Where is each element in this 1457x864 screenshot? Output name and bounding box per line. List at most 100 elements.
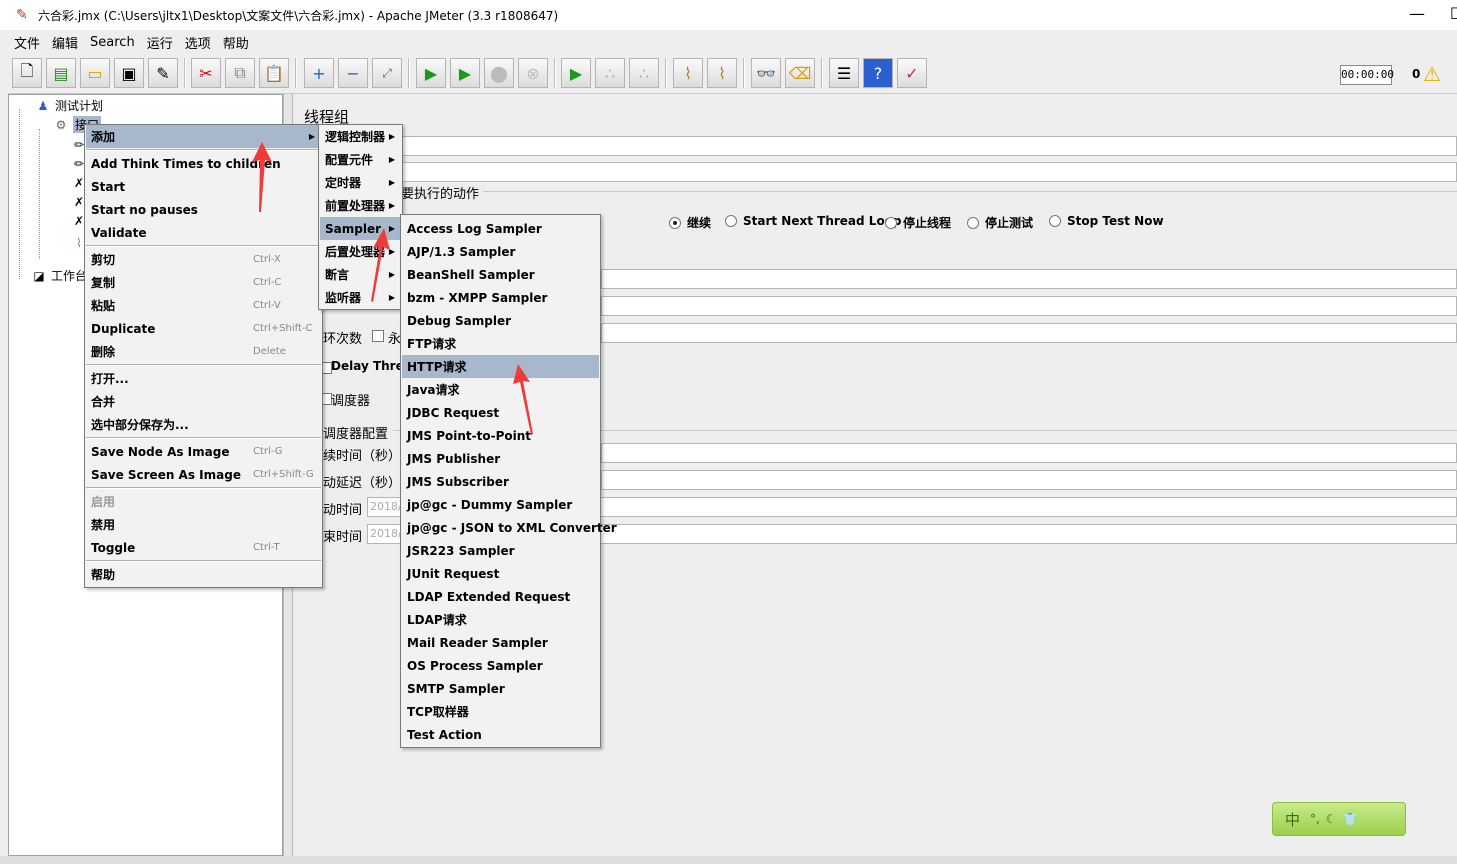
menu-item-add-think-times[interactable]: Add Think Times to children xyxy=(86,152,321,175)
ramp-up-field[interactable] xyxy=(601,296,1457,316)
menu-file[interactable]: 文件 xyxy=(8,33,46,52)
sampler-item[interactable]: jp@gc - JSON to XML Converter xyxy=(402,516,617,539)
context-menu: 添加 ▶ Add Think Times to children Start St… xyxy=(84,124,323,588)
help-icon[interactable]: ? xyxy=(863,58,893,88)
sampler-item[interactable]: BeanShell Sampler xyxy=(402,263,599,286)
sampler-item[interactable]: Debug Sampler xyxy=(402,309,599,332)
templates-icon[interactable]: ▤ xyxy=(46,58,76,88)
sampler-item[interactable]: TCP取样器 xyxy=(402,700,599,723)
duration-field[interactable] xyxy=(601,443,1457,463)
menu-item-add[interactable]: 添加 ▶ xyxy=(86,125,321,148)
search-icon[interactable]: 👓 xyxy=(751,58,781,88)
log-viewer-icon[interactable]: ✓ xyxy=(897,58,927,88)
sampler-item[interactable]: AJP/1.3 Sampler xyxy=(402,240,599,263)
sampler-item[interactable]: LDAP请求 xyxy=(402,608,599,631)
save-as-icon[interactable]: ✎ xyxy=(148,58,178,88)
menu-item-paste[interactable]: 粘贴 Ctrl-V xyxy=(86,294,321,317)
menu-run[interactable]: 运行 xyxy=(141,33,179,52)
tree-node-test-plan[interactable]: ♟ 测试计划 xyxy=(35,97,103,114)
remote-start-icon[interactable]: ▶ xyxy=(561,58,591,88)
menu-item-copy[interactable]: 复制 Ctrl-C xyxy=(86,271,321,294)
menu-help[interactable]: 帮助 xyxy=(217,33,255,52)
stop-icon[interactable]: ⬤ xyxy=(484,58,514,88)
cut-icon[interactable]: ✂ xyxy=(191,58,221,88)
save-icon[interactable]: ▣ xyxy=(114,58,144,88)
test-plan-icon: ♟ xyxy=(37,98,49,113)
toggle-icon[interactable]: ⤢ xyxy=(372,58,402,88)
expand-icon[interactable]: + xyxy=(304,58,334,88)
sampler-item[interactable]: JMS Publisher xyxy=(402,447,599,470)
open-icon[interactable]: ▭ xyxy=(80,58,110,88)
tree-node-workbench[interactable]: ◪ 工作台 xyxy=(31,267,87,284)
radio-continue[interactable]: 继续 xyxy=(669,214,711,231)
menu-item-open[interactable]: 打开... xyxy=(86,367,321,390)
sampler-item[interactable]: JSR223 Sampler xyxy=(402,539,599,562)
sampler-item[interactable]: bzm - XMPP Sampler xyxy=(402,286,599,309)
menu-item-enable[interactable]: 启用 xyxy=(86,490,321,513)
radio-start-next-loop[interactable]: Start Next Thread Loop xyxy=(725,214,902,228)
startup-delay-field[interactable] xyxy=(601,470,1457,490)
reset-search-icon[interactable]: ⌫ xyxy=(785,58,815,88)
sampler-item-http-request[interactable]: HTTP请求 xyxy=(402,355,599,378)
sampler-item[interactable]: JMS Point-to-Point xyxy=(402,424,599,447)
menu-item-save-node-image[interactable]: Save Node As Image Ctrl-G xyxy=(86,440,321,463)
menu-item-start[interactable]: Start xyxy=(86,175,321,198)
new-icon[interactable]: 🗋 xyxy=(12,58,42,88)
sampler-item[interactable]: jp@gc - Dummy Sampler xyxy=(402,493,599,516)
menu-edit[interactable]: 编辑 xyxy=(46,33,84,52)
sampler-item[interactable]: Access Log Sampler xyxy=(402,217,599,240)
minimize-button[interactable]: — xyxy=(1409,4,1425,23)
remote-shutdown-icon[interactable]: ∴ xyxy=(629,58,659,88)
menu-item-duplicate[interactable]: Duplicate Ctrl+Shift-C xyxy=(86,317,321,340)
menu-item-help[interactable]: 帮助 xyxy=(86,563,321,586)
maximize-button[interactable]: ☐ xyxy=(1450,4,1457,23)
sampler-item[interactable]: JMS Subscriber xyxy=(402,470,599,493)
menu-item-validate[interactable]: Validate xyxy=(86,221,321,244)
menu-item-start-no-pauses[interactable]: Start no pauses xyxy=(86,198,321,221)
ime-toolbar[interactable]: 中 °, ☾ 👕 xyxy=(1272,802,1406,836)
warning-icon[interactable]: ⚠ xyxy=(1423,62,1441,86)
start-icon[interactable]: ▶ xyxy=(416,58,446,88)
sampler-item[interactable]: OS Process Sampler xyxy=(402,654,599,677)
submenu-item-config-element[interactable]: 配置元件 ▶ xyxy=(320,148,401,171)
sampler-item[interactable]: JUnit Request xyxy=(402,562,599,585)
loop-count-field[interactable] xyxy=(601,323,1457,343)
forever-checkbox[interactable] xyxy=(372,330,384,342)
radio-stop-test-now[interactable]: Stop Test Now xyxy=(1049,214,1164,228)
sampler-item[interactable]: JDBC Request xyxy=(402,401,599,424)
sampler-item[interactable]: Mail Reader Sampler xyxy=(402,631,599,654)
sampler-item[interactable]: LDAP Extended Request xyxy=(402,585,599,608)
toolbar-separator xyxy=(295,58,297,88)
copy-icon[interactable]: ⧉ xyxy=(225,58,255,88)
menu-item-save-selection[interactable]: 选中部分保存为... xyxy=(86,413,321,436)
tree-connector xyxy=(19,109,20,279)
sampler-item[interactable]: SMTP Sampler xyxy=(402,677,599,700)
clear-icon[interactable]: ⌇ xyxy=(673,58,703,88)
menu-search[interactable]: Search xyxy=(84,35,141,50)
submenu-item-logic-controller[interactable]: 逻辑控制器 ▶ xyxy=(320,125,401,148)
paste-icon[interactable]: 📋 xyxy=(259,58,289,88)
menu-item-disable[interactable]: 禁用 xyxy=(86,513,321,536)
sampler-item[interactable]: FTP请求 xyxy=(402,332,599,355)
menu-item-merge[interactable]: 合并 xyxy=(86,390,321,413)
start-no-pauses-icon[interactable]: ▶ xyxy=(450,58,480,88)
remote-stop-icon[interactable]: ∴ xyxy=(595,58,625,88)
submenu-item-timer[interactable]: 定时器 ▶ xyxy=(320,171,401,194)
menu-options[interactable]: 选项 xyxy=(179,33,217,52)
clear-all-icon[interactable]: ⌇ xyxy=(707,58,737,88)
num-threads-field[interactable] xyxy=(601,269,1457,289)
menu-item-cut[interactable]: 剪切 Ctrl-X xyxy=(86,248,321,271)
menu-item-save-screen-image[interactable]: Save Screen As Image Ctrl+Shift-G xyxy=(86,463,321,486)
submenu-item-pre-processor[interactable]: 前置处理器 ▶ xyxy=(320,194,401,217)
menu-item-delete[interactable]: 删除 Delete xyxy=(86,340,321,363)
radio-stop-thread[interactable]: 停止线程 xyxy=(885,214,951,231)
name-field[interactable] xyxy=(401,136,1457,156)
shutdown-icon[interactable]: ⊗ xyxy=(518,58,548,88)
radio-stop-test[interactable]: 停止测试 xyxy=(967,214,1033,231)
sampler-item[interactable]: Test Action xyxy=(402,723,599,746)
sampler-item[interactable]: Java请求 xyxy=(402,378,599,401)
collapse-icon[interactable]: − xyxy=(338,58,368,88)
menu-item-toggle[interactable]: Toggle Ctrl-T xyxy=(86,536,321,559)
comments-field[interactable] xyxy=(401,162,1457,182)
function-helper-icon[interactable]: ☰ xyxy=(829,58,859,88)
